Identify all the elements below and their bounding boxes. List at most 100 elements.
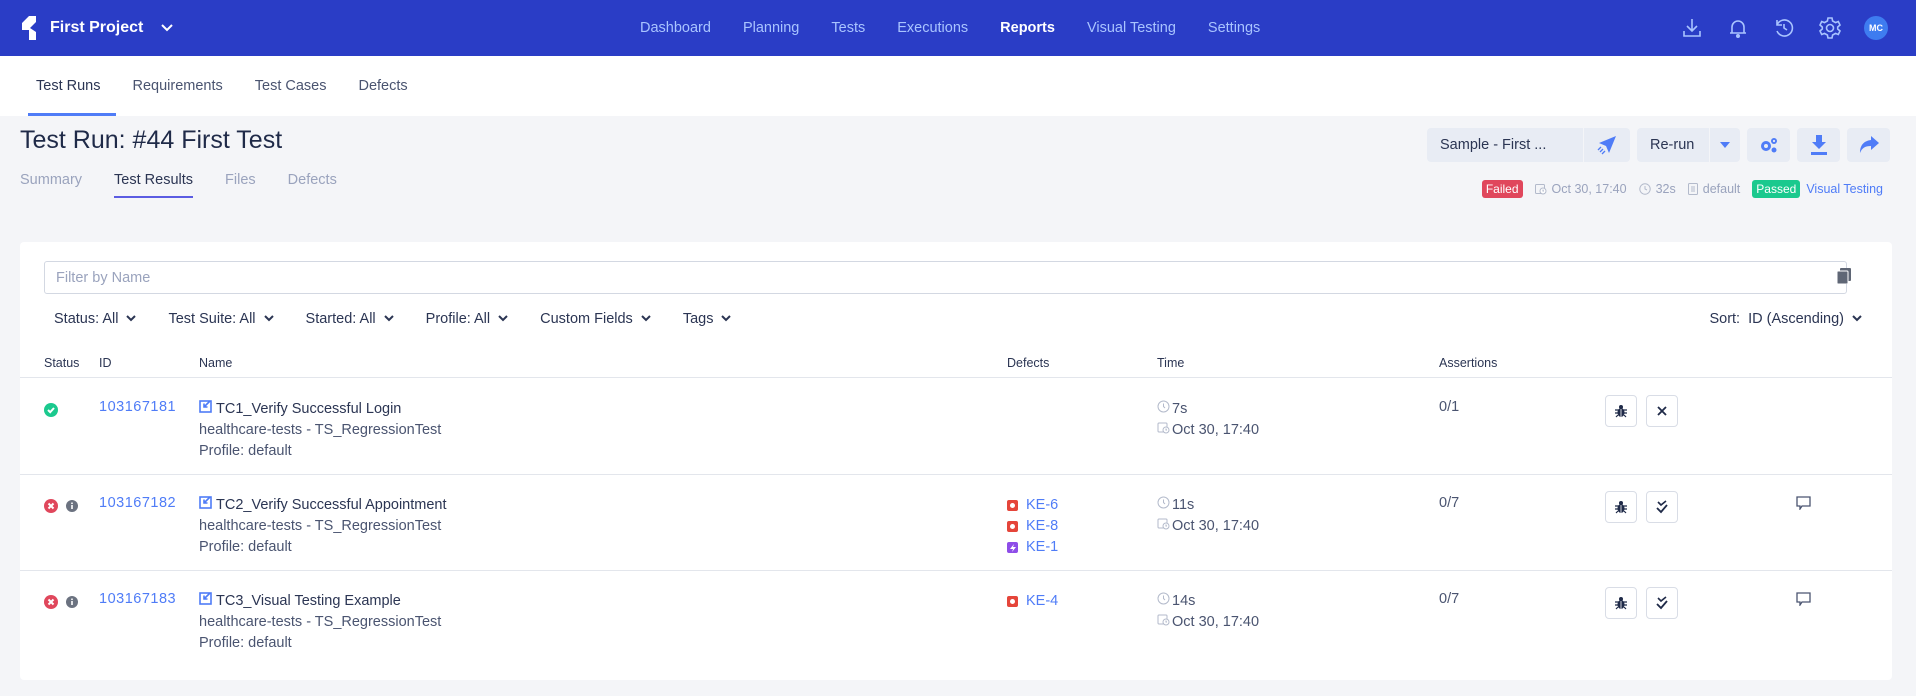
- tab-test-cases[interactable]: Test Cases: [239, 56, 343, 116]
- row-status: [44, 595, 78, 613]
- table-row[interactable]: 103167181 TC1_Verify Successful Login he…: [20, 379, 1892, 475]
- launch-icon[interactable]: [1583, 128, 1630, 162]
- assertions-count: 0/1: [1439, 399, 1460, 415]
- comment-icon[interactable]: [1796, 496, 1811, 514]
- run-profile-value: default: [1702, 182, 1741, 196]
- defect-key: KE-8: [1026, 518, 1059, 534]
- mark-button[interactable]: [1646, 491, 1678, 523]
- caret-down-icon[interactable]: [1709, 128, 1740, 162]
- run-tab-test-results[interactable]: Test Results: [114, 168, 193, 198]
- run-started-value: Oct 30, 17:40: [1551, 182, 1627, 196]
- column-assertions[interactable]: Assertions: [1439, 356, 1497, 370]
- column-defects[interactable]: Defects: [1007, 356, 1049, 370]
- katalon-logo-icon: [20, 16, 38, 40]
- column-name[interactable]: Name: [199, 356, 232, 370]
- external-link-icon[interactable]: [199, 591, 213, 612]
- run-tab-files[interactable]: Files: [225, 168, 256, 198]
- run-configuration-label[interactable]: Sample - First ...: [1427, 128, 1583, 162]
- test-suite-path: healthcare-tests - TS_RegressionTest: [199, 518, 442, 534]
- mark-button[interactable]: [1646, 395, 1678, 427]
- top-navbar: First Project Dashboard Planning Tests E…: [0, 0, 1916, 56]
- defect-link[interactable]: KE-8: [1007, 516, 1058, 537]
- calendar-clock-icon: [1157, 516, 1170, 537]
- comment-icon[interactable]: [1796, 592, 1811, 610]
- gear-icon[interactable]: [1818, 16, 1842, 40]
- chevron-down-icon: [126, 314, 137, 324]
- nav-executions[interactable]: Executions: [897, 20, 968, 36]
- custom-fields-filter[interactable]: Custom Fields: [540, 311, 651, 327]
- visual-testing-link[interactable]: Visual Testing: [1806, 182, 1883, 196]
- nav-tests[interactable]: Tests: [831, 20, 865, 36]
- bug-type-icon: [1007, 521, 1018, 532]
- test-suite-filter[interactable]: Test Suite: All: [168, 311, 274, 327]
- column-time[interactable]: Time: [1157, 356, 1184, 370]
- test-result-id-link[interactable]: 103167183: [99, 591, 176, 607]
- run-tab-summary[interactable]: Summary: [20, 168, 82, 198]
- share-button[interactable]: [1847, 128, 1890, 162]
- status-filter[interactable]: Status: All: [54, 311, 137, 327]
- bug-type-icon: [1007, 596, 1018, 607]
- external-link-icon[interactable]: [199, 399, 213, 420]
- nav-visual-testing[interactable]: Visual Testing: [1087, 20, 1176, 36]
- visual-status-badge: Passed: [1752, 180, 1801, 198]
- test-result-id-link[interactable]: 103167182: [99, 495, 176, 511]
- started-filter-label: Started: All: [305, 311, 376, 327]
- bell-icon[interactable]: [1726, 16, 1750, 40]
- history-icon[interactable]: [1772, 16, 1796, 40]
- tab-requirements[interactable]: Requirements: [116, 56, 238, 116]
- copy-icon[interactable]: [1836, 268, 1851, 289]
- mark-button[interactable]: [1646, 587, 1678, 619]
- test-suite-path: healthcare-tests - TS_RegressionTest: [199, 614, 442, 630]
- report-defect-button[interactable]: [1605, 491, 1637, 523]
- run-configuration-button: Sample - First ...: [1427, 128, 1630, 162]
- test-case-name[interactable]: TC2_Verify Successful Appointment: [216, 495, 447, 516]
- defect-link[interactable]: KE-4: [1007, 591, 1058, 612]
- tags-filter[interactable]: Tags: [683, 311, 732, 327]
- started-filter[interactable]: Started: All: [306, 311, 394, 327]
- assertions-count: 0/7: [1439, 591, 1460, 607]
- report-defect-button[interactable]: [1605, 587, 1637, 619]
- column-status[interactable]: Status: [44, 356, 79, 370]
- table-row[interactable]: 103167183 TC3_Visual Testing Example hea…: [20, 571, 1892, 667]
- custom-fields-filter-label: Custom Fields: [540, 311, 633, 327]
- test-case-name[interactable]: TC3_Visual Testing Example: [216, 591, 401, 612]
- rerun-label[interactable]: Re-run: [1637, 128, 1709, 162]
- test-started: Oct 30, 17:40: [1172, 422, 1260, 438]
- run-tab-defects[interactable]: Defects: [288, 168, 337, 198]
- defects-list: KE-6 KE-8 KE-1: [1007, 495, 1058, 558]
- test-case-name[interactable]: TC1_Verify Successful Login: [216, 399, 401, 420]
- run-duration: 32s: [1638, 182, 1676, 196]
- test-result-id-link[interactable]: 103167181: [99, 399, 176, 415]
- defect-link[interactable]: KE-1: [1007, 537, 1058, 558]
- tab-defects[interactable]: Defects: [342, 56, 423, 116]
- run-status-badge: Failed: [1481, 180, 1523, 198]
- column-id[interactable]: ID: [99, 356, 112, 370]
- table-row[interactable]: 103167182 TC2_Verify Successful Appointm…: [20, 475, 1892, 571]
- tab-test-runs[interactable]: Test Runs: [28, 56, 117, 116]
- failed-status-icon: [44, 499, 58, 517]
- clock-icon: [1157, 399, 1170, 420]
- chevron-down-icon: [721, 314, 732, 324]
- download-icon[interactable]: [1680, 16, 1704, 40]
- nav-reports[interactable]: Reports: [1000, 20, 1055, 36]
- defect-link[interactable]: KE-6: [1007, 495, 1058, 516]
- defects-list: KE-4: [1007, 591, 1058, 612]
- main-nav: Dashboard Planning Tests Executions Repo…: [640, 0, 1260, 56]
- filter-by-name-input[interactable]: [44, 261, 1847, 294]
- profile-filter[interactable]: Profile: All: [426, 311, 508, 327]
- info-icon[interactable]: [66, 499, 78, 517]
- download-report-button[interactable]: [1797, 128, 1840, 162]
- info-icon[interactable]: [66, 595, 78, 613]
- clock-icon: [1638, 183, 1651, 195]
- external-link-icon[interactable]: [199, 495, 213, 516]
- nav-planning[interactable]: Planning: [743, 20, 799, 36]
- settings-gears-button[interactable]: [1747, 128, 1790, 162]
- assertions-count: 0/7: [1439, 495, 1460, 511]
- report-defect-button[interactable]: [1605, 395, 1637, 427]
- nav-dashboard[interactable]: Dashboard: [640, 20, 711, 36]
- sort-dropdown[interactable]: Sort: ID (Ascending): [1709, 311, 1862, 327]
- nav-settings[interactable]: Settings: [1208, 20, 1260, 36]
- user-avatar[interactable]: MC: [1864, 16, 1888, 40]
- project-switcher[interactable]: First Project: [20, 16, 174, 40]
- chevron-down-icon: [263, 314, 274, 324]
